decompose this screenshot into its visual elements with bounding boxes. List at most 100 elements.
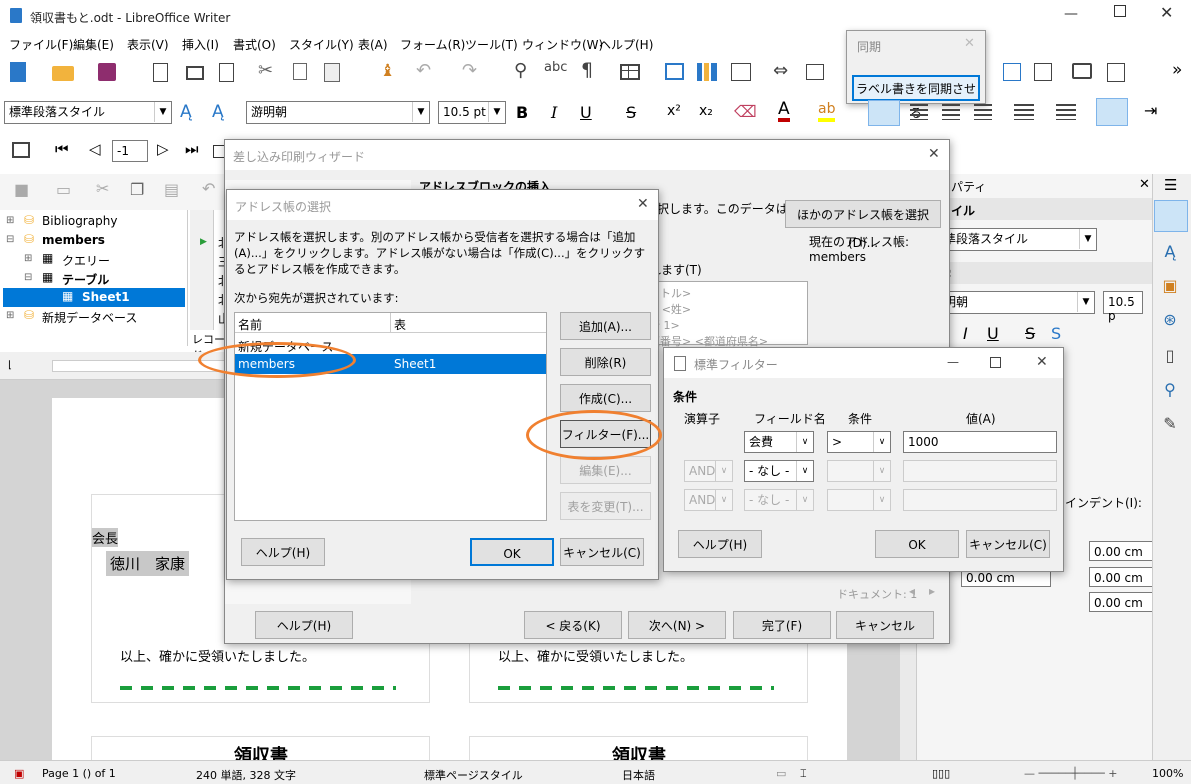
add-button[interactable]: 追加(A)...: [560, 312, 651, 340]
sidebar-italic-icon[interactable]: I: [963, 324, 968, 343]
address-ok-button[interactable]: OK: [470, 538, 554, 566]
wizard-finish-button[interactable]: 完了(F): [733, 611, 831, 639]
menu-table[interactable]: 表(A): [358, 36, 388, 53]
address-help-button[interactable]: ヘルプ(H): [241, 538, 325, 566]
toolbar-overflow-icon[interactable]: »: [1172, 60, 1182, 80]
wizard-help-button[interactable]: ヘルプ(H): [255, 611, 353, 639]
subscript-button[interactable]: x₂: [699, 103, 713, 119]
last-record-icon[interactable]: ⏭: [185, 140, 199, 158]
bullet-list-icon[interactable]: [1014, 104, 1034, 120]
navigator-small-icon[interactable]: [1003, 63, 1021, 81]
sidebar-paragraph-style-select[interactable]: 標準段落スタイル ▼: [927, 228, 1097, 251]
minimize-icon[interactable]: —: [1064, 6, 1078, 22]
filter-help-button[interactable]: ヘルプ(H): [678, 530, 762, 558]
value-input[interactable]: [903, 460, 1057, 482]
gallery-tab-icon[interactable]: ▣: [1158, 276, 1182, 298]
operator-select[interactable]: AND ∨: [684, 489, 733, 511]
wizard-cancel-button[interactable]: キャンセル: [836, 611, 934, 639]
wizard-back-button[interactable]: < 戻る(K): [524, 611, 622, 639]
properties-tab-icon[interactable]: [1154, 200, 1188, 232]
sidebar-underline-icon[interactable]: U: [987, 324, 999, 343]
tree-item-sheet1[interactable]: Sheet1: [82, 290, 130, 304]
font-color-icon[interactable]: A: [778, 100, 790, 122]
menu-help[interactable]: ヘルプ(H): [599, 36, 653, 53]
field-name-select[interactable]: - なし - ∨: [744, 489, 814, 511]
condition-select[interactable]: ∨: [827, 460, 891, 482]
bold-button[interactable]: B: [516, 103, 528, 122]
spelling-icon[interactable]: abc: [544, 60, 567, 75]
list-item-table[interactable]: Sheet1: [394, 357, 436, 371]
save-icon[interactable]: [98, 63, 116, 81]
page-style[interactable]: 標準ページスタイル: [424, 767, 523, 783]
ds-paste-icon[interactable]: ▤: [164, 180, 179, 199]
style-inspector-tab-icon[interactable]: ⚲: [1158, 380, 1182, 402]
close-icon[interactable]: ✕: [1160, 3, 1173, 22]
align-center-icon[interactable]: [910, 104, 928, 120]
column-header-name[interactable]: 名前: [238, 316, 262, 333]
menu-format[interactable]: 書式(O): [233, 36, 276, 53]
wizard-next-button[interactable]: 次へ(N) >: [628, 611, 726, 639]
indent-before-input[interactable]: 0.00 cm: [1089, 541, 1153, 561]
zoom-slider[interactable]: — ─────┼──── +: [1024, 767, 1117, 780]
column-header-table[interactable]: 表: [394, 316, 406, 333]
font-name-select[interactable]: 游明朝 ▼: [246, 101, 430, 124]
insert-textbox-icon[interactable]: [731, 63, 751, 81]
export-pdf-icon[interactable]: [153, 63, 168, 82]
menu-file[interactable]: ファイル(F): [9, 36, 73, 53]
manage-changes-tab-icon[interactable]: ✎: [1158, 414, 1182, 436]
condition-select[interactable]: > ∨: [827, 431, 891, 453]
filter-close-icon[interactable]: ✕: [1036, 354, 1048, 370]
print-icon[interactable]: [186, 66, 204, 80]
insert-comment-icon[interactable]: [1072, 63, 1092, 79]
menu-edit[interactable]: 編集(E): [73, 36, 114, 53]
change-table-button[interactable]: 表を変更(T)...: [560, 492, 651, 520]
select-address-list-button[interactable]: ほかのアドレス帳を選択(D)...: [785, 200, 941, 250]
insert-chart-icon[interactable]: [697, 63, 717, 81]
insert-image-icon[interactable]: [665, 63, 684, 80]
sidebar-menu-icon[interactable]: ☰: [1164, 176, 1177, 194]
page-count[interactable]: Page 1 () of 1: [42, 767, 116, 780]
field-name-select[interactable]: - なし - ∨: [744, 460, 814, 482]
edit-button[interactable]: 編集(E)...: [560, 456, 651, 484]
navigator-tab-icon[interactable]: ⊛: [1158, 310, 1182, 332]
new-document-icon[interactable]: [10, 62, 26, 82]
wizard-close-icon[interactable]: ✕: [928, 146, 940, 162]
page-break-icon[interactable]: ⇔: [773, 60, 788, 81]
menu-view[interactable]: 表示(V): [127, 36, 169, 53]
sync-labels-button[interactable]: ラベル書きを同期させる: [852, 75, 980, 120]
operator-select[interactable]: AND ∨: [684, 460, 733, 482]
doc-modified-icon[interactable]: ▣: [14, 767, 24, 780]
sidebar-font-select[interactable]: 游明朝 ▼: [927, 291, 1095, 314]
menu-styles[interactable]: スタイル(Y): [289, 36, 354, 53]
menu-form[interactable]: フォーム(R): [400, 36, 465, 53]
paste-icon[interactable]: [324, 63, 340, 82]
address-dialog-close-icon[interactable]: ✕: [637, 196, 649, 212]
font-size-select[interactable]: 10.5 pt ▼: [438, 101, 506, 124]
new-style-icon[interactable]: Ą: [212, 102, 224, 122]
track-changes-icon[interactable]: [1107, 63, 1125, 82]
numbered-list-icon[interactable]: [1056, 104, 1076, 120]
align-justify-icon[interactable]: [974, 104, 992, 120]
superscript-button[interactable]: x²: [667, 103, 681, 119]
edit-document-icon[interactable]: [12, 142, 30, 158]
increase-indent-icon[interactable]: ⇥: [1144, 101, 1157, 120]
tree-item-queries[interactable]: クエリー: [62, 252, 110, 269]
highlight-color-icon[interactable]: ab: [818, 100, 836, 122]
insert-mode-icon[interactable]: ▭: [776, 767, 786, 780]
create-button[interactable]: 作成(C)...: [560, 384, 651, 412]
italic-button[interactable]: I: [551, 103, 557, 122]
strikethrough-button[interactable]: S: [626, 103, 636, 122]
value-input[interactable]: 1000: [903, 431, 1057, 453]
tree-item-tables[interactable]: テーブル: [62, 271, 109, 288]
clone-format-icon[interactable]: ♝: [380, 61, 395, 81]
sidebar-size-select[interactable]: 10.5 p: [1103, 291, 1143, 323]
sidebar-shadow-icon[interactable]: S: [1051, 324, 1061, 343]
value-input[interactable]: [903, 489, 1057, 511]
sidebar-strike-icon[interactable]: S: [1025, 324, 1035, 343]
word-count[interactable]: 240 単語, 328 文字: [196, 767, 296, 783]
filter-cancel-button[interactable]: キャンセル(C): [966, 530, 1050, 558]
insert-table-icon[interactable]: [620, 64, 640, 80]
language[interactable]: 日本語: [622, 767, 655, 783]
sync-popup-close-icon[interactable]: ✕: [964, 36, 975, 51]
ds-edit-icon[interactable]: ▭: [56, 180, 71, 199]
